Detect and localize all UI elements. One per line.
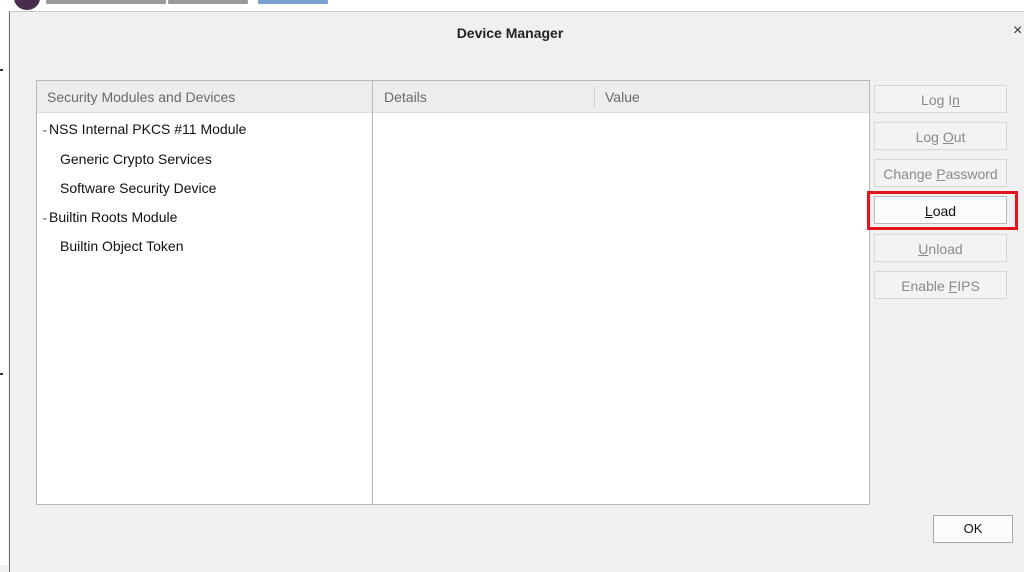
enable-fips-button[interactable]: Enable FIPS xyxy=(874,271,1007,299)
background-window-strip xyxy=(0,0,1024,11)
background-text xyxy=(168,0,248,4)
background-link xyxy=(258,0,328,4)
log-in-button[interactable]: Log In xyxy=(874,85,1007,113)
edge-mark xyxy=(0,373,3,375)
tree-item-software-security[interactable]: Software Security Device xyxy=(60,180,216,196)
load-highlight-box xyxy=(867,191,1018,230)
tree-item-label: NSS Internal PKCS #11 Module xyxy=(49,121,247,137)
tree-header[interactable]: Security Modules and Devices xyxy=(37,81,373,113)
tree-item-label: Builtin Roots Module xyxy=(49,209,178,225)
chevron-down-icon[interactable]: ⌄ xyxy=(41,124,49,135)
tree-item-label: Builtin Object Token xyxy=(60,238,184,254)
details-table: Details Value xyxy=(372,80,870,505)
tree-item-builtin-object-token[interactable]: Builtin Object Token xyxy=(60,238,183,254)
ok-button[interactable]: OK xyxy=(933,515,1013,543)
edge-mark xyxy=(0,69,3,71)
background-text xyxy=(46,0,166,4)
background-window-edge xyxy=(0,11,8,565)
tree-item-builtin-roots[interactable]: ⌄Builtin Roots Module xyxy=(41,209,177,225)
tree-item-label: Software Security Device xyxy=(60,180,217,196)
app-logo-icon xyxy=(14,0,40,10)
column-header-modules: Security Modules and Devices xyxy=(47,89,236,105)
details-header: Details Value xyxy=(373,81,869,113)
change-password-button[interactable]: Change Password xyxy=(874,159,1007,187)
unload-button[interactable]: Unload xyxy=(874,234,1007,262)
tree-item-generic-crypto[interactable]: Generic Crypto Services xyxy=(60,151,212,167)
title-bar: Device Manager × xyxy=(10,12,1024,57)
column-divider[interactable] xyxy=(594,86,595,107)
tree-item-nss-internal[interactable]: ⌄NSS Internal PKCS #11 Module xyxy=(41,121,246,137)
log-out-button[interactable]: Log Out xyxy=(874,122,1007,150)
column-header-value[interactable]: Value xyxy=(605,89,640,105)
device-manager-dialog: Device Manager × Security Modules and De… xyxy=(9,11,1024,572)
tree-item-label: Generic Crypto Services xyxy=(60,151,212,167)
column-header-details[interactable]: Details xyxy=(384,89,427,105)
chevron-down-icon[interactable]: ⌄ xyxy=(41,212,49,223)
close-icon[interactable]: × xyxy=(1013,22,1022,40)
dialog-title: Device Manager xyxy=(456,25,564,41)
security-modules-tree[interactable]: Security Modules and Devices ⌄NSS Intern… xyxy=(36,80,374,505)
